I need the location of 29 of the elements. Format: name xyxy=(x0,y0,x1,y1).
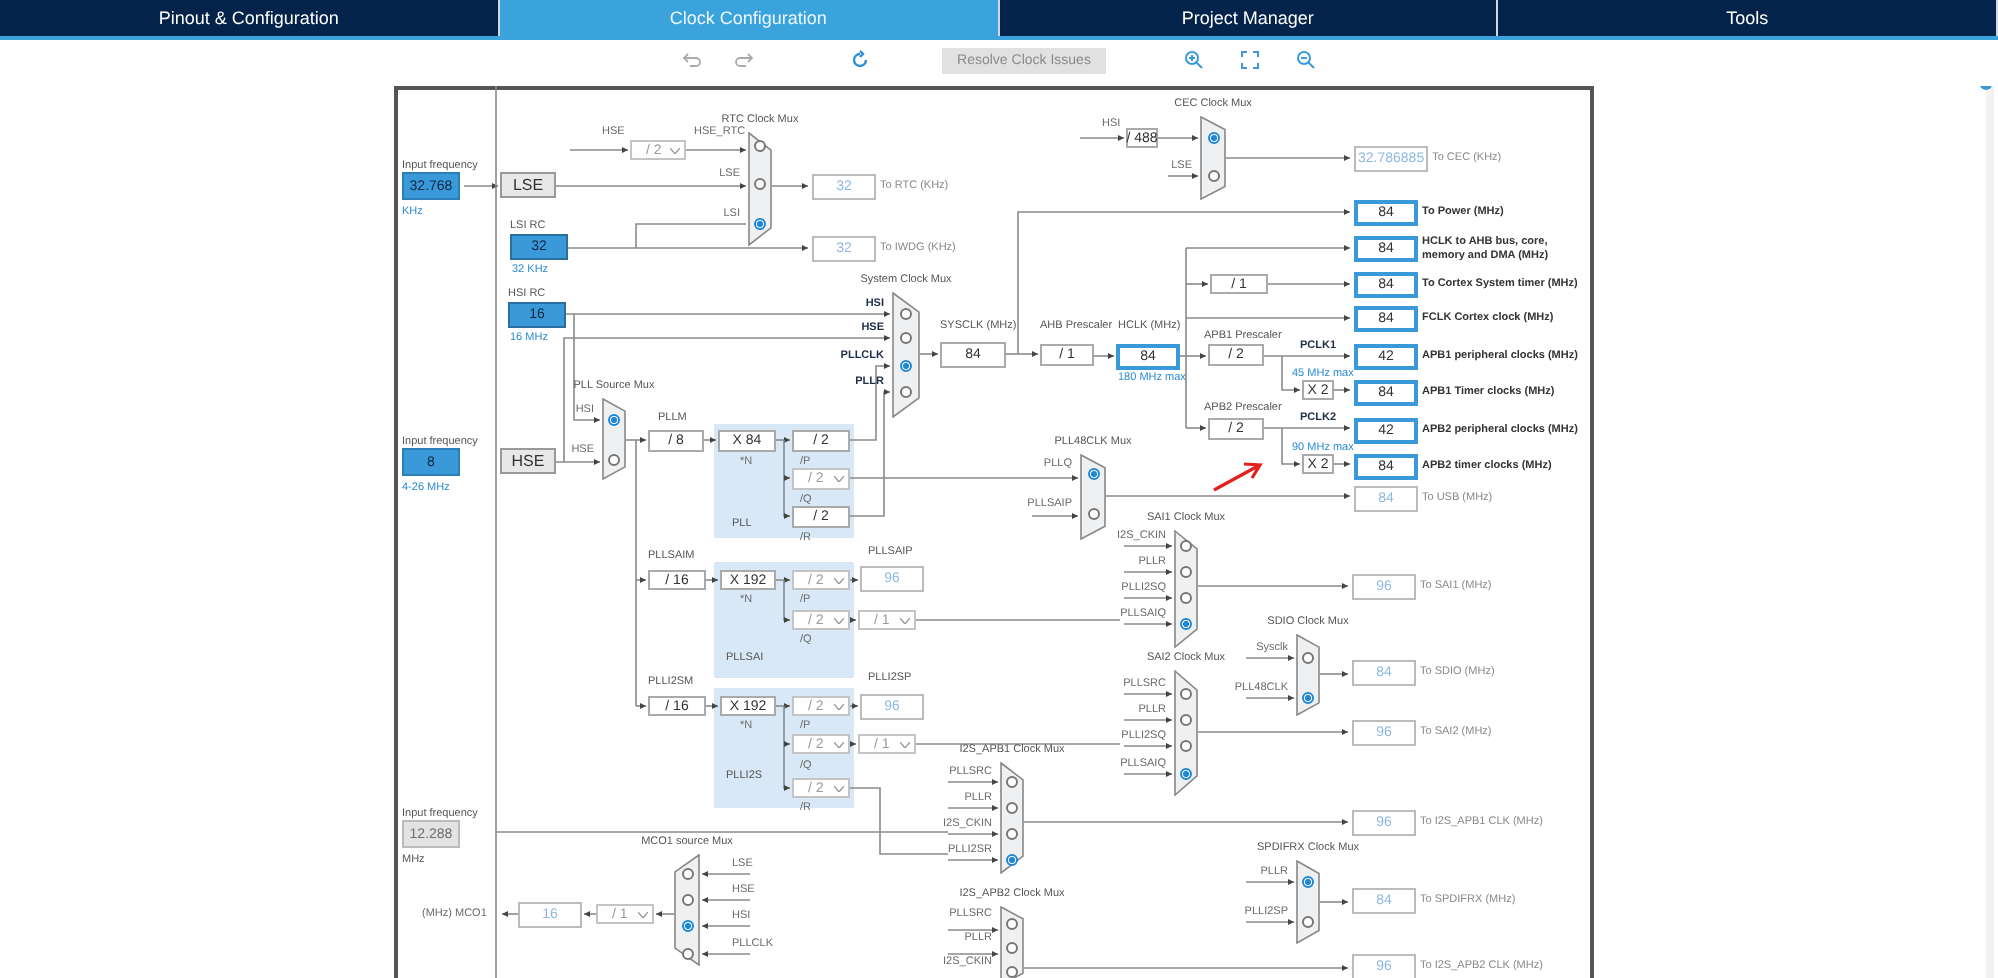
zoom-out-icon[interactable] xyxy=(1296,50,1316,70)
tab[interactable]: Pinout & Configuration xyxy=(0,0,500,36)
fit-to-screen-icon[interactable] xyxy=(1240,50,1260,70)
tab[interactable]: Tools xyxy=(1498,0,1998,36)
multiplexer-shape xyxy=(1200,116,1226,200)
multiplexer-shape xyxy=(892,292,920,418)
oscillator-button[interactable]: LSE xyxy=(500,172,556,198)
redo-icon[interactable] xyxy=(734,50,754,70)
caret-icon xyxy=(900,741,910,747)
refresh-icon[interactable] xyxy=(850,50,870,70)
oscillator-button[interactable]: HSE xyxy=(500,448,556,474)
multiplexer-shape xyxy=(602,398,626,480)
caret-icon xyxy=(834,703,844,709)
multiplexer-shape xyxy=(1296,860,1320,944)
undo-icon[interactable] xyxy=(682,50,702,70)
caret-icon xyxy=(834,785,844,791)
caret-icon xyxy=(834,617,844,623)
multiplexer-shape xyxy=(1296,634,1320,716)
caret-icon xyxy=(670,147,680,153)
zoom-in-icon[interactable] xyxy=(1184,50,1204,70)
multiplexer-shape xyxy=(1080,454,1106,540)
tab[interactable]: Project Manager xyxy=(999,0,1499,36)
caret-icon xyxy=(638,911,648,917)
caret-icon xyxy=(834,741,844,747)
caret-icon xyxy=(834,476,844,482)
annotation-arrow xyxy=(1210,458,1266,494)
multiplexer-shape xyxy=(748,132,772,246)
caret-icon xyxy=(900,617,910,623)
caret-icon xyxy=(834,577,844,583)
